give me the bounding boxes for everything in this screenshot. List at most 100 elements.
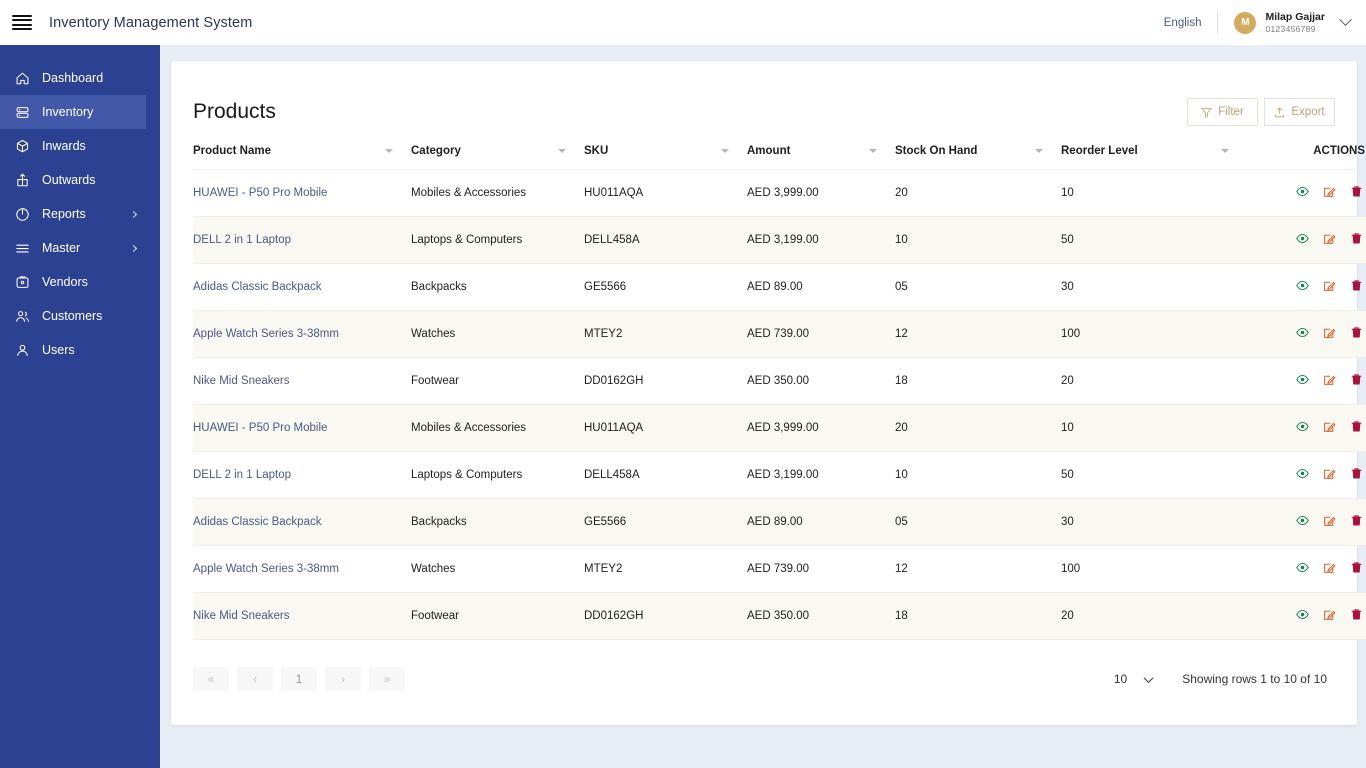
view-icon[interactable] bbox=[1296, 467, 1309, 483]
delete-icon[interactable] bbox=[1350, 326, 1363, 342]
cell-category: Laptops & Computers bbox=[411, 216, 584, 264]
cell-reorder-level: 30 bbox=[1061, 263, 1247, 311]
edit-icon[interactable] bbox=[1323, 608, 1336, 624]
cell-actions bbox=[1247, 592, 1366, 640]
product-name-link[interactable]: HUAWEI - P50 Pro Mobile bbox=[193, 422, 327, 434]
chevron-down-icon[interactable] bbox=[1339, 13, 1352, 27]
delete-icon[interactable] bbox=[1350, 561, 1363, 577]
cell-sku: HU011AQA bbox=[584, 169, 747, 217]
edit-icon[interactable] bbox=[1323, 514, 1336, 530]
export-button[interactable]: Export bbox=[1264, 98, 1335, 126]
delete-icon[interactable] bbox=[1350, 373, 1363, 389]
language-selector[interactable]: English bbox=[1148, 17, 1218, 29]
pagination-right: 10 Showing rows 1 to 10 of 10 bbox=[1114, 672, 1335, 686]
product-name-link[interactable]: Nike Mid Sneakers bbox=[193, 610, 290, 622]
pagination-nav-button[interactable]: › bbox=[325, 667, 361, 691]
sidebar-item-customers[interactable]: Customers bbox=[0, 299, 160, 333]
view-icon[interactable] bbox=[1296, 326, 1309, 342]
hamburger-icon[interactable] bbox=[12, 15, 32, 30]
sidebar-item-dashboard[interactable]: Dashboard bbox=[0, 61, 160, 95]
cell-amount: AED 89.00 bbox=[747, 263, 895, 311]
column-header-amount[interactable]: Amount bbox=[747, 133, 895, 170]
pagination-nav-button[interactable]: ‹ bbox=[237, 667, 273, 691]
view-icon[interactable] bbox=[1296, 373, 1309, 389]
inwards-icon bbox=[15, 139, 30, 154]
view-icon[interactable] bbox=[1296, 514, 1309, 530]
delete-icon[interactable] bbox=[1350, 514, 1363, 530]
pagination-nav-button[interactable]: » bbox=[369, 667, 405, 691]
product-name-link[interactable]: Adidas Classic Backpack bbox=[193, 281, 321, 293]
cell-stock-on-hand: 12 bbox=[895, 310, 1061, 358]
cell-sku: DD0162GH bbox=[584, 592, 747, 640]
sort-descending-icon[interactable] bbox=[721, 149, 729, 153]
cell-reorder-level: 20 bbox=[1061, 592, 1247, 640]
sidebar-item-outwards[interactable]: Outwards bbox=[0, 163, 160, 197]
sort-descending-icon[interactable] bbox=[1221, 149, 1229, 153]
cell-stock-on-hand: 10 bbox=[895, 216, 1061, 264]
edit-icon[interactable] bbox=[1323, 420, 1336, 436]
column-header-reorder-level[interactable]: Reorder Level bbox=[1061, 133, 1247, 170]
column-header-sku[interactable]: SKU bbox=[584, 133, 747, 170]
delete-icon[interactable] bbox=[1350, 608, 1363, 624]
delete-icon[interactable] bbox=[1350, 279, 1363, 295]
sidebar-item-label: Master bbox=[42, 241, 81, 255]
product-name-link[interactable]: Apple Watch Series 3-38mm bbox=[193, 328, 339, 340]
delete-icon[interactable] bbox=[1350, 232, 1363, 248]
sidebar-item-master[interactable]: Master bbox=[0, 231, 160, 265]
cell-sku: DELL458A bbox=[584, 216, 747, 264]
avatar[interactable]: M bbox=[1234, 11, 1257, 34]
product-name-link[interactable]: Apple Watch Series 3-38mm bbox=[193, 563, 339, 575]
column-header-product-name[interactable]: Product Name bbox=[193, 133, 411, 170]
pagination-page-button[interactable]: 1 bbox=[281, 667, 317, 691]
edit-icon[interactable] bbox=[1323, 279, 1336, 295]
view-icon[interactable] bbox=[1296, 185, 1309, 201]
sidebar-item-reports[interactable]: Reports bbox=[0, 197, 160, 231]
sort-descending-icon[interactable] bbox=[869, 149, 877, 153]
view-icon[interactable] bbox=[1296, 420, 1309, 436]
edit-icon[interactable] bbox=[1323, 373, 1336, 389]
edit-icon[interactable] bbox=[1323, 467, 1336, 483]
rows-per-page-select[interactable]: 10 bbox=[1114, 672, 1154, 686]
column-header-category[interactable]: Category bbox=[411, 133, 584, 170]
view-icon[interactable] bbox=[1296, 561, 1309, 577]
edit-icon[interactable] bbox=[1323, 326, 1336, 342]
product-name-link[interactable]: DELL 2 in 1 Laptop bbox=[193, 469, 291, 481]
chevron-right-icon[interactable] bbox=[129, 244, 138, 252]
delete-icon[interactable] bbox=[1350, 185, 1363, 201]
sort-descending-icon[interactable] bbox=[558, 149, 566, 153]
view-icon[interactable] bbox=[1296, 608, 1309, 624]
product-name-link[interactable]: DELL 2 in 1 Laptop bbox=[193, 234, 291, 246]
sidebar-item-users[interactable]: Users bbox=[0, 333, 160, 367]
column-header-label: Reorder Level bbox=[1061, 145, 1138, 157]
product-name-link[interactable]: HUAWEI - P50 Pro Mobile bbox=[193, 187, 327, 199]
user-name: Milap Gajjar bbox=[1265, 11, 1325, 24]
sidebar: Dashboard Inventory Inwards Outwards Reports… bbox=[0, 45, 160, 768]
product-name-link[interactable]: Adidas Classic Backpack bbox=[193, 516, 321, 528]
column-header-label: Stock On Hand bbox=[895, 145, 978, 157]
table-row: Nike Mid Sneakers Footwear DD0162GH AED 350… bbox=[193, 592, 1366, 640]
sidebar-item-label: Vendors bbox=[42, 275, 88, 289]
sort-descending-icon[interactable] bbox=[1035, 149, 1043, 153]
user-block[interactable]: Milap Gajjar 0123456789 bbox=[1265, 11, 1325, 34]
sidebar-item-inventory[interactable]: Inventory bbox=[0, 95, 146, 129]
delete-icon[interactable] bbox=[1350, 467, 1363, 483]
product-name-link[interactable]: Nike Mid Sneakers bbox=[193, 375, 290, 387]
cell-sku: GE5566 bbox=[584, 498, 747, 546]
edit-icon[interactable] bbox=[1323, 561, 1336, 577]
view-icon[interactable] bbox=[1296, 232, 1309, 248]
column-header-stock-on-hand[interactable]: Stock On Hand bbox=[895, 133, 1061, 170]
sidebar-item-label: Inventory bbox=[42, 105, 94, 119]
view-icon[interactable] bbox=[1296, 279, 1309, 295]
sidebar-item-label: Outwards bbox=[42, 173, 96, 187]
delete-icon[interactable] bbox=[1350, 420, 1363, 436]
edit-icon[interactable] bbox=[1323, 185, 1336, 201]
chevron-right-icon[interactable] bbox=[129, 210, 138, 218]
pagination-nav-button[interactable]: « bbox=[193, 667, 229, 691]
sidebar-item-vendors[interactable]: Vendors bbox=[0, 265, 160, 299]
filter-button[interactable]: Filter bbox=[1187, 98, 1258, 126]
sidebar-item-inwards[interactable]: Inwards bbox=[0, 129, 160, 163]
edit-icon[interactable] bbox=[1323, 232, 1336, 248]
sort-descending-icon[interactable] bbox=[385, 149, 393, 153]
column-header-actions: ACTIONS bbox=[1247, 133, 1366, 170]
column-header-label: Product Name bbox=[193, 145, 271, 157]
